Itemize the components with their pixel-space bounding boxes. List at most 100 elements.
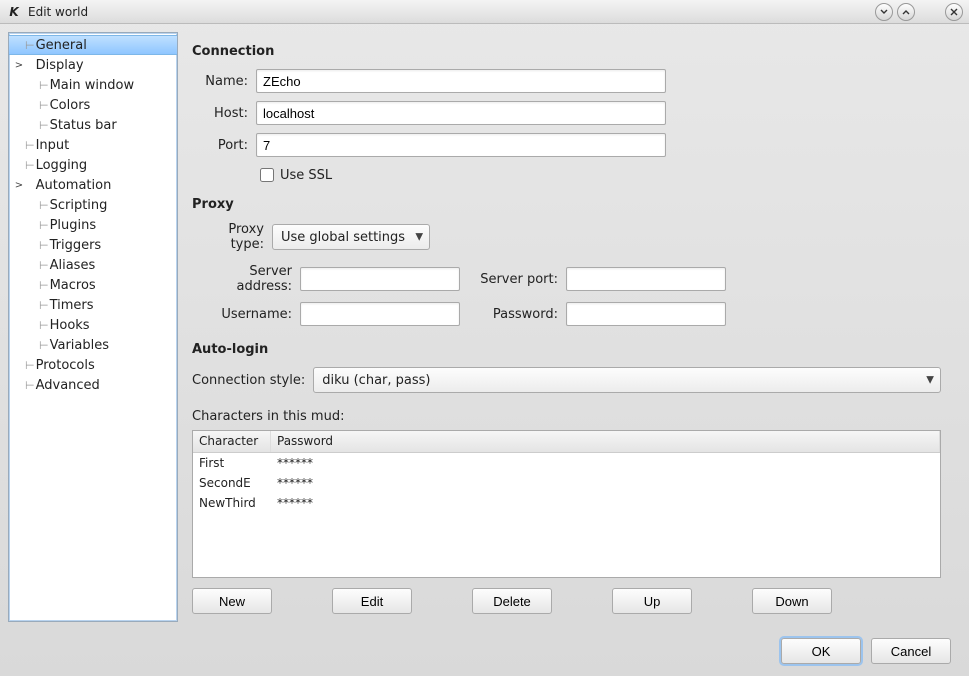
tree-branch-glyph: ⊢ (39, 239, 48, 252)
tree-branch-glyph: ⊢ (39, 279, 48, 292)
chevron-down-icon: ▼ (926, 375, 934, 386)
tree-item-label: Main window (50, 78, 135, 93)
proxy-server-port-label: Server port: (468, 272, 558, 287)
host-input[interactable] (256, 101, 666, 125)
use-ssl-checkbox[interactable] (260, 168, 274, 182)
tree-item-automation[interactable]: >⊢Automation (9, 175, 177, 195)
tree-item-label: Protocols (36, 358, 95, 373)
proxy-type-value: Use global settings (281, 230, 405, 245)
tree-item-general[interactable]: ⊢General (9, 35, 177, 55)
expander-icon[interactable]: > (13, 60, 25, 71)
tree-item-label: Advanced (36, 378, 100, 393)
connection-style-label: Connection style: (192, 373, 305, 388)
ok-button[interactable]: OK (781, 638, 861, 664)
tree-item-macros[interactable]: ⊢Macros (9, 275, 177, 295)
use-ssl-label: Use SSL (280, 168, 332, 183)
proxy-type-combo[interactable]: Use global settings ▼ (272, 224, 430, 250)
name-input[interactable] (256, 69, 666, 93)
proxy-password-input[interactable] (566, 302, 726, 326)
tree-item-label: Input (36, 138, 70, 153)
col-password[interactable]: Password (271, 431, 940, 452)
autologin-heading: Auto-login (192, 342, 941, 357)
characters-label: Characters in this mud: (192, 409, 941, 424)
cancel-button[interactable]: Cancel (871, 638, 951, 664)
tree-branch-glyph: ⊢ (39, 119, 48, 132)
connection-style-value: diku (char, pass) (322, 373, 430, 388)
window-title: Edit world (28, 5, 871, 19)
tree-item-status-bar[interactable]: ⊢Status bar (9, 115, 177, 135)
tree-branch-glyph: ⊢ (39, 319, 48, 332)
proxy-server-address-input[interactable] (300, 267, 460, 291)
tree-item-label: Scripting (50, 198, 108, 213)
close-button[interactable] (945, 3, 963, 21)
tree-item-scripting[interactable]: ⊢Scripting (9, 195, 177, 215)
tree-branch-glyph: ⊢ (39, 99, 48, 112)
tree-item-timers[interactable]: ⊢Timers (9, 295, 177, 315)
col-character[interactable]: Character (193, 431, 271, 452)
tree-item-label: Plugins (50, 218, 97, 233)
tree-item-label: Timers (50, 298, 94, 313)
cell-password: ****** (271, 496, 940, 510)
tree-item-variables[interactable]: ⊢Variables (9, 335, 177, 355)
proxy-server-address-label: Server address: (192, 264, 292, 294)
edit-button[interactable]: Edit (332, 588, 412, 614)
host-label: Host: (192, 106, 248, 121)
tree-item-input[interactable]: ⊢Input (9, 135, 177, 155)
proxy-password-label: Password: (468, 307, 558, 322)
table-header: Character Password (193, 431, 940, 453)
tree-branch-glyph: ⊢ (39, 259, 48, 272)
name-label: Name: (192, 74, 248, 89)
tree-branch-glyph: ⊢ (25, 159, 34, 172)
tree-item-label: Logging (36, 158, 88, 173)
tree-item-protocols[interactable]: ⊢Protocols (9, 355, 177, 375)
connection-style-combo[interactable]: diku (char, pass) ▼ (313, 367, 941, 393)
down-button[interactable]: Down (752, 588, 832, 614)
proxy-username-input[interactable] (300, 302, 460, 326)
up-button[interactable]: Up (612, 588, 692, 614)
tree-item-colors[interactable]: ⊢Colors (9, 95, 177, 115)
tree-item-label: Triggers (50, 238, 102, 253)
tree-item-label: Variables (50, 338, 109, 353)
tree-item-logging[interactable]: ⊢Logging (9, 155, 177, 175)
tree-item-aliases[interactable]: ⊢Aliases (9, 255, 177, 275)
dialog-footer: OK Cancel (0, 630, 969, 676)
delete-button[interactable]: Delete (472, 588, 552, 614)
tree-item-triggers[interactable]: ⊢Triggers (9, 235, 177, 255)
tree-branch-glyph: ⊢ (39, 339, 48, 352)
cell-character: SecondE (193, 476, 271, 490)
tree-branch-glyph: ⊢ (39, 79, 48, 92)
port-input[interactable] (256, 133, 666, 157)
tree-item-hooks[interactable]: ⊢Hooks (9, 315, 177, 335)
tree-item-plugins[interactable]: ⊢Plugins (9, 215, 177, 235)
tree-item-label: Status bar (50, 118, 117, 133)
port-label: Port: (192, 138, 248, 153)
connection-heading: Connection (192, 44, 941, 59)
app-icon: K (6, 4, 22, 20)
category-tree[interactable]: ⊢General>⊢Display⊢Main window⊢Colors⊢Sta… (8, 32, 178, 622)
tree-item-label: Colors (50, 98, 91, 113)
edit-world-window: K Edit world ⊢General>⊢Display⊢Main wind… (0, 0, 969, 676)
proxy-username-label: Username: (192, 307, 292, 322)
tree-branch-glyph: ⊢ (39, 299, 48, 312)
tree-branch-glyph: ⊢ (25, 39, 34, 52)
cell-character: First (193, 456, 271, 470)
tree-item-main-window[interactable]: ⊢Main window (9, 75, 177, 95)
proxy-server-port-input[interactable] (566, 267, 726, 291)
tree-item-label: General (36, 38, 87, 53)
tree-item-label: Automation (36, 178, 112, 193)
table-row[interactable]: First****** (193, 453, 940, 473)
tree-branch-glyph: ⊢ (39, 219, 48, 232)
characters-table[interactable]: Character Password First******SecondE***… (192, 430, 941, 578)
expander-icon[interactable]: > (13, 180, 25, 191)
table-row[interactable]: NewThird****** (193, 493, 940, 513)
table-row[interactable]: SecondE****** (193, 473, 940, 493)
proxy-type-label: Proxy type: (192, 222, 264, 252)
new-button[interactable]: New (192, 588, 272, 614)
tree-item-label: Hooks (50, 318, 90, 333)
tree-item-advanced[interactable]: ⊢Advanced (9, 375, 177, 395)
cell-password: ****** (271, 456, 940, 470)
minimize-button[interactable] (875, 3, 893, 21)
maximize-button[interactable] (897, 3, 915, 21)
tree-item-display[interactable]: >⊢Display (9, 55, 177, 75)
proxy-heading: Proxy (192, 197, 941, 212)
